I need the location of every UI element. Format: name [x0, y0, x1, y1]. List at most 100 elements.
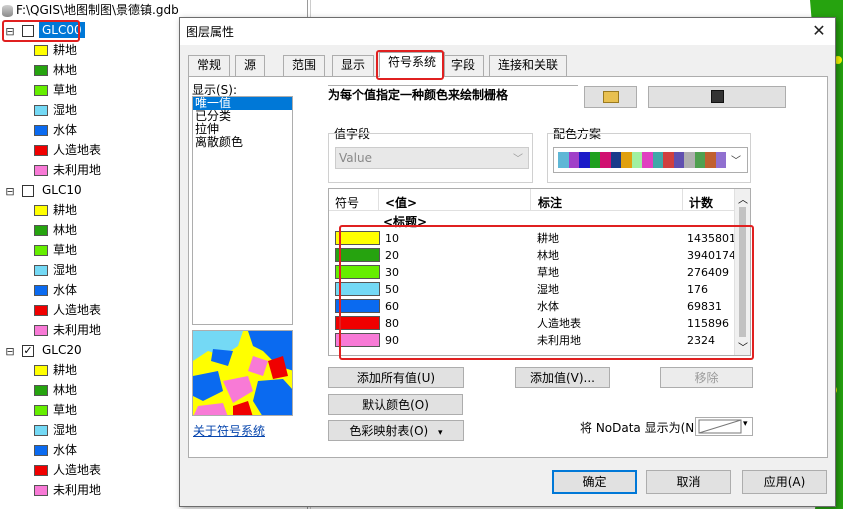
legend-swatch[interactable] [34, 485, 48, 496]
legend-label: 耕地 [53, 43, 78, 57]
nodata-color-select[interactable]: ▾ [695, 417, 753, 436]
symbology-preview-image [192, 330, 293, 416]
cancel-button[interactable]: 取消 [646, 470, 731, 494]
legend-swatch[interactable] [34, 125, 48, 136]
header-label[interactable]: 标注 [538, 194, 562, 211]
workspace-path: F:\QGIS\地图制图\景德镇.gdb [16, 3, 179, 17]
legend-swatch[interactable] [34, 385, 48, 396]
default-colors-button[interactable]: 默认颜色(O) [328, 394, 463, 415]
legend-swatch[interactable] [34, 465, 48, 476]
tab-extent[interactable]: 范围 [283, 55, 326, 76]
legend-swatch[interactable] [34, 305, 48, 316]
legend-item: 湿地 [34, 100, 77, 120]
legend-label: 水体 [53, 123, 78, 137]
tab-joins[interactable]: 连接和关联 [489, 55, 568, 76]
legend-item: 未利用地 [34, 160, 101, 180]
apply-button[interactable]: 应用(A) [742, 470, 827, 494]
highlight-tab-symbology [376, 50, 444, 80]
legend-label: 未利用地 [53, 483, 102, 497]
ramp-color [631, 152, 642, 168]
ramp-color [673, 152, 684, 168]
ramp-color [621, 152, 632, 168]
layer-visibility-checkbox[interactable]: ✓ [22, 344, 34, 357]
legend-item: 湿地 [34, 420, 77, 440]
toc-layer-row[interactable]: ⊟ GLC10 [4, 180, 85, 200]
collapse-icon[interactable]: ⊟ [4, 186, 16, 197]
ramp-color [610, 152, 621, 168]
legend-item: 林地 [34, 380, 77, 400]
legend-item: 草地 [34, 80, 77, 100]
show-option[interactable]: 离散颜色 [193, 136, 292, 149]
legend-swatch[interactable] [34, 325, 48, 336]
legend-swatch[interactable] [34, 85, 48, 96]
tab-general[interactable]: 常规 [188, 55, 231, 76]
legend-swatch[interactable] [34, 445, 48, 456]
colormap-button[interactable]: 色彩映射表(O) ▾ [328, 420, 464, 441]
legend-label: 未利用地 [53, 323, 102, 337]
remove-button[interactable]: 移除 [660, 367, 753, 388]
table-header: 符号 <值> 标注 计数 [329, 189, 750, 211]
legend-item: 未利用地 [34, 320, 101, 340]
add-values-button[interactable]: 添加值(V)... [515, 367, 610, 388]
legend-label: 人造地表 [53, 143, 102, 157]
chevron-up-icon[interactable]: ︿ [738, 191, 748, 206]
legend-swatch[interactable] [34, 205, 48, 216]
legend-swatch[interactable] [34, 405, 48, 416]
legend-swatch[interactable] [34, 265, 48, 276]
legend-swatch[interactable] [34, 245, 48, 256]
legend-label: 草地 [53, 243, 78, 257]
legend-swatch[interactable] [34, 45, 48, 56]
symbology-heading: 为每个值指定一种颜色来绘制栅格 [328, 88, 509, 102]
ramp-color [684, 152, 695, 168]
legend-swatch[interactable] [34, 285, 48, 296]
layer-name[interactable]: GLC20 [39, 342, 85, 358]
nodata-swatch [698, 419, 742, 434]
legend-label: 湿地 [53, 103, 78, 117]
color-scheme-select[interactable]: ﹀ [553, 147, 748, 173]
legend-label: 人造地表 [53, 463, 102, 477]
legend-label: 未利用地 [53, 163, 102, 177]
about-symbology-link[interactable]: 关于符号系统 [193, 422, 265, 439]
legend-item: 人造地表 [34, 140, 101, 160]
dialog-titlebar[interactable]: 图层属性 ✕ [180, 18, 835, 45]
value-field-select[interactable]: Value ﹀ [335, 147, 529, 169]
header-symbol[interactable]: 符号 [335, 194, 359, 211]
dropdown-arrow-icon: ▾ [743, 419, 748, 429]
tab-display[interactable]: 显示 [332, 55, 375, 76]
legend-swatch[interactable] [34, 425, 48, 436]
legend-swatch[interactable] [34, 165, 48, 176]
collapse-icon[interactable]: ⊟ [4, 346, 16, 357]
ramp-color [715, 152, 726, 168]
tab-fields[interactable]: 字段 [442, 55, 485, 76]
legend-swatch[interactable] [34, 225, 48, 236]
highlight-layer-glc00 [2, 20, 80, 42]
ok-button[interactable]: 确定 [552, 470, 637, 494]
color-ramp [558, 152, 726, 168]
header-value[interactable]: <值> [385, 194, 417, 211]
legend-swatch[interactable] [34, 105, 48, 116]
import-button[interactable] [584, 86, 637, 108]
database-icon [2, 4, 13, 17]
save-icon [710, 90, 724, 103]
layer-name[interactable]: GLC10 [39, 182, 85, 198]
toc-layer-row[interactable]: ⊟ ✓ GLC20 [4, 340, 85, 360]
tab-source[interactable]: 源 [235, 55, 266, 76]
close-button[interactable]: ✕ [805, 20, 833, 42]
layer-visibility-checkbox[interactable] [22, 184, 34, 197]
legend-item: 未利用地 [34, 480, 101, 500]
ramp-color [694, 152, 705, 168]
save-button[interactable] [648, 86, 786, 108]
toc-workspace-row[interactable]: F:\QGIS\地图制图\景德镇.gdb [2, 0, 179, 20]
show-list[interactable]: 唯一值 已分类 拉伸 离散颜色 [192, 96, 293, 325]
legend-item: 草地 [34, 240, 77, 260]
legend-swatch[interactable] [34, 65, 48, 76]
colormap-button-label: 色彩映射表(O) [349, 424, 429, 438]
legend-swatch[interactable] [34, 365, 48, 376]
add-all-values-button[interactable]: 添加所有值(U) [328, 367, 464, 388]
ramp-color [652, 152, 663, 168]
legend-label: 林地 [53, 383, 78, 397]
header-count[interactable]: 计数 [689, 194, 713, 211]
ramp-color [558, 152, 569, 168]
legend-swatch[interactable] [34, 145, 48, 156]
legend-item: 湿地 [34, 260, 77, 280]
